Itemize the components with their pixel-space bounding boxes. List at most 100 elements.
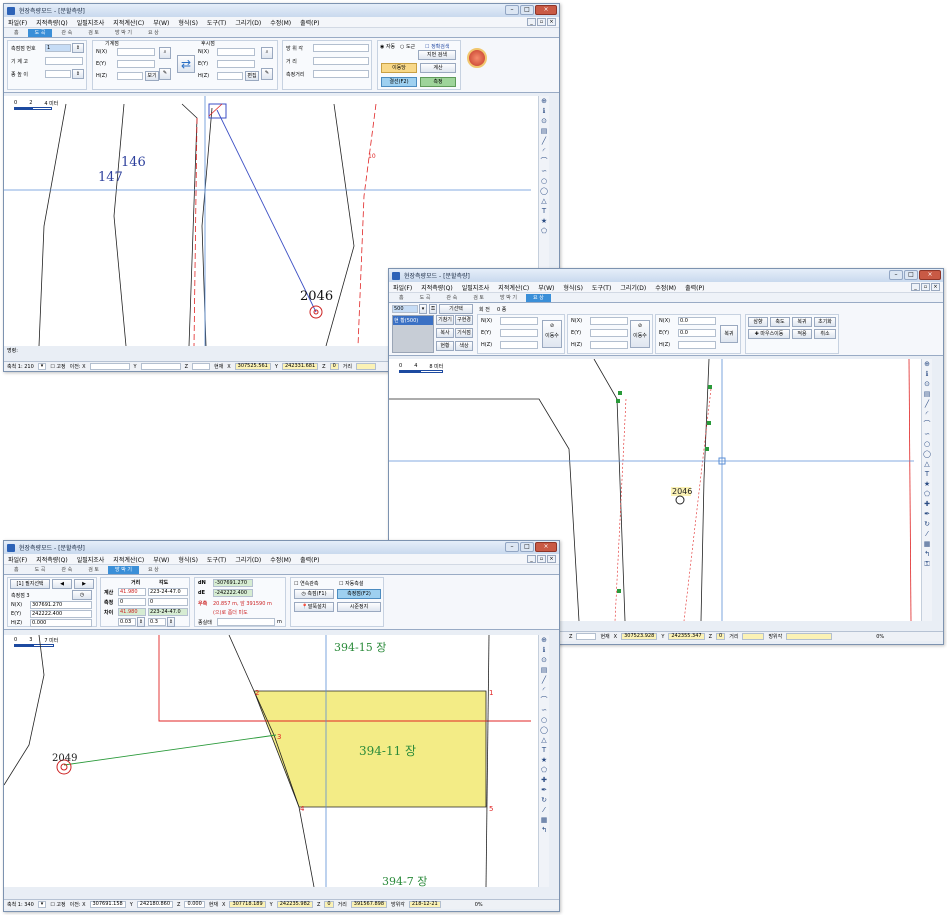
status-button[interactable]: 현황 — [436, 341, 454, 351]
line-icon[interactable]: ╱ — [539, 675, 549, 685]
star-icon[interactable]: ★ — [539, 755, 549, 765]
map-canvas[interactable]: 037 미터 2049 394-15 장 394-11 장 394-7 장 1 … — [4, 635, 549, 887]
maximize-button[interactable]: □ — [904, 270, 918, 280]
timer-icon[interactable]: ◷ — [72, 590, 92, 600]
n-input-1[interactable] — [500, 317, 538, 325]
info-icon[interactable]: ℹ — [539, 106, 549, 116]
menu-edit[interactable]: 수정(M) — [270, 555, 291, 564]
back-h-input[interactable] — [217, 72, 243, 80]
mdi-restore[interactable]: ▫ — [537, 18, 546, 26]
reset-button[interactable]: 초기화 — [814, 317, 836, 327]
measure-f1-button[interactable]: ◷ 측점(F1) — [294, 589, 334, 599]
menu-view[interactable]: 부(W) — [538, 283, 554, 292]
close-button[interactable]: × — [535, 542, 557, 552]
tab-survey[interactable]: 도 곡 — [413, 294, 438, 302]
lock-icon-v[interactable]: ⚿ — [922, 559, 932, 569]
close-button[interactable]: × — [535, 5, 557, 15]
maximize-button[interactable]: □ — [520, 542, 534, 552]
grid-icon[interactable]: ▦ — [922, 539, 932, 549]
back-n-input[interactable] — [217, 48, 255, 56]
title-bar[interactable]: 현장측량모드 - [분할측량] – □ × — [4, 541, 559, 554]
jibun-search-button[interactable]: 지번 검색 — [418, 50, 456, 60]
h-input-3[interactable] — [678, 341, 716, 349]
revert-button[interactable]: 복귀 — [792, 317, 812, 327]
menu-parcel[interactable]: 일필지조사 — [77, 555, 105, 564]
fixed-checkbox[interactable]: ☐ 고정 — [50, 363, 65, 370]
layer-list-item[interactable]: 현 황(500) — [393, 316, 433, 325]
menu-survey[interactable]: 지적측량(Q) — [36, 18, 68, 27]
tab-stakeout[interactable]: 방 박 기 — [108, 566, 139, 574]
scale-dropdown[interactable]: ▾ — [37, 901, 47, 908]
menu-tools[interactable]: 도구(T) — [207, 18, 226, 27]
menu-tools[interactable]: 도구(T) — [207, 555, 226, 564]
prev-point-button[interactable]: ◀ — [52, 579, 72, 589]
arc-icon[interactable]: ◜ — [539, 685, 549, 695]
cancel-button[interactable]: 취소 — [814, 329, 836, 339]
hook-icon[interactable]: ↰ — [539, 825, 549, 835]
h-value[interactable]: 0.000 — [30, 619, 92, 627]
return-button[interactable]: 복귀 — [720, 325, 738, 343]
star-icon[interactable]: ★ — [922, 479, 932, 489]
e-input-1[interactable] — [500, 329, 538, 337]
sight-stop-button[interactable]: 시준정지 — [337, 602, 381, 612]
info-icon[interactable]: ℹ — [922, 369, 932, 379]
tab-home[interactable]: 홈 — [392, 294, 411, 302]
three-point-button[interactable]: 삼향 — [748, 317, 768, 327]
pin-install-button[interactable]: 📍말뚝설치 — [294, 602, 334, 612]
fixed-checkbox[interactable]: ☐ 고정 — [50, 901, 65, 908]
h-input-1[interactable] — [500, 341, 538, 349]
mdi-min[interactable]: _ — [527, 18, 536, 26]
instrument-height-input[interactable] — [45, 57, 83, 65]
slash-icon[interactable]: ⁄ — [539, 805, 549, 815]
next-point-button[interactable]: ▶ — [74, 579, 94, 589]
circle-icon[interactable]: ○ — [539, 715, 549, 725]
tab-review[interactable]: 검 토 — [81, 566, 106, 574]
scale-button[interactable]: 축도 — [770, 317, 790, 327]
e-input-3[interactable]: 0.0 — [678, 329, 716, 337]
layer-list[interactable]: 현 황(500) — [392, 315, 434, 353]
mouse-move-button[interactable]: ✚ 마우스이동 — [748, 329, 790, 339]
auto-radio[interactable]: ◉ 자동 — [380, 43, 395, 50]
circle-icon[interactable]: ○ — [922, 439, 932, 449]
n-input-2[interactable] — [590, 317, 628, 325]
arc-icon[interactable]: ◜ — [922, 409, 932, 419]
menu-format[interactable]: 형식(S) — [178, 555, 198, 564]
maximize-button[interactable]: □ — [520, 5, 534, 15]
step-2-spinner[interactable]: ⇕ — [167, 617, 175, 627]
star-icon[interactable]: ★ — [539, 216, 549, 226]
calc-button[interactable]: 계산 — [420, 63, 456, 73]
shape-icon[interactable]: ⬠ — [539, 765, 549, 775]
move-button-1[interactable]: ⊘ 이동수 — [542, 320, 562, 348]
survey-no-input[interactable]: 1 — [45, 44, 71, 52]
triangle-icon[interactable]: △ — [539, 735, 549, 745]
title-bar[interactable]: 현장측량모드 - [분할측량] – □ × — [4, 4, 559, 17]
menu-survey[interactable]: 지적측량(Q) — [36, 555, 68, 564]
ellipse-icon[interactable]: ◯ — [539, 186, 549, 196]
mdi-close[interactable]: × — [547, 18, 556, 26]
h-input-2[interactable] — [590, 341, 628, 349]
tab-home[interactable]: 홈 — [7, 29, 26, 37]
layer-icon[interactable]: ▤ — [539, 126, 549, 136]
measure-point-f2-button[interactable]: 측정점(F2) — [337, 589, 381, 599]
menu-tools[interactable]: 도구(T) — [592, 283, 611, 292]
text-icon[interactable]: T — [539, 206, 549, 216]
layer-icon[interactable]: ▤ — [922, 389, 932, 399]
restore-button[interactable]: 구현경 — [455, 315, 473, 325]
measure-button[interactable]: 측정 — [420, 77, 456, 87]
menu-edit[interactable]: 수정(M) — [655, 283, 676, 292]
tab-survey[interactable]: 도 곡 — [28, 566, 53, 574]
tab-view[interactable]: 관 숙 — [54, 566, 79, 574]
tab-review[interactable]: 검 토 — [466, 294, 491, 302]
minimize-button[interactable]: – — [889, 270, 903, 280]
menu-format[interactable]: 형식(S) — [178, 18, 198, 27]
correct-checkbox[interactable]: ☐ 정확검색 — [425, 43, 449, 50]
polyline-icon[interactable]: ⌒ — [539, 695, 549, 705]
auto-stake-checkbox[interactable]: ☐ 자동측설 — [339, 580, 363, 587]
pen-icon[interactable]: ✒ — [922, 509, 932, 519]
tab-survey[interactable]: 도 곡 — [27, 29, 53, 37]
mdi-restore[interactable]: ▫ — [921, 283, 930, 291]
menu-draw[interactable]: 그리기(D) — [235, 18, 261, 27]
machine-e-input[interactable] — [117, 60, 155, 68]
polyline-icon[interactable]: ⌒ — [922, 419, 932, 429]
machine-h-input[interactable] — [117, 72, 143, 80]
